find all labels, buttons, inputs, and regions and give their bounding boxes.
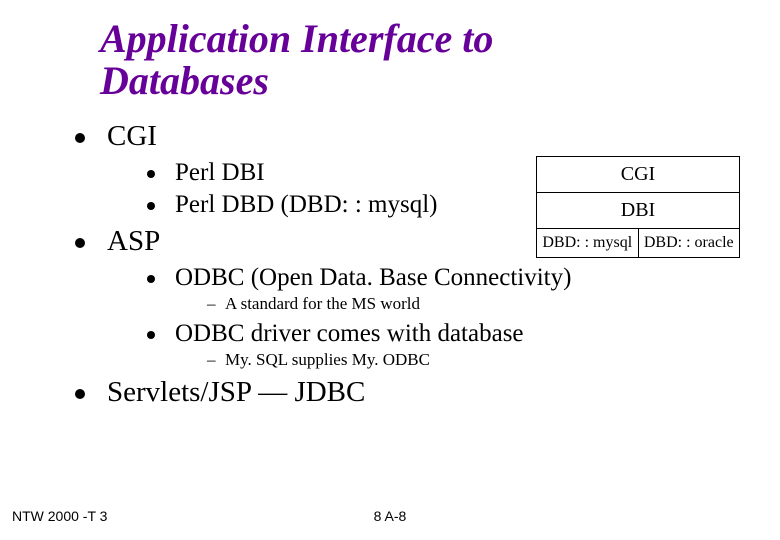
subsublist: My. SQL supplies My. ODBC	[207, 350, 780, 370]
bullet-label: ODBC (Open Data. Base Connectivity)	[175, 264, 571, 291]
title-line-1: Application Interface to	[100, 16, 493, 61]
bullet-label: Servlets/JSP — JDBC	[107, 376, 365, 408]
bullet-label: ODBC driver comes with database	[175, 320, 524, 347]
bullet-label: A standard for the MS world	[225, 294, 420, 313]
footer-page-number: 8 A-8	[374, 508, 407, 524]
diagram-cgi-box: CGI	[536, 156, 740, 193]
bullet-servlets-jdbc: Servlets/JSP — JDBC	[75, 376, 780, 409]
bullet-odbc-driver: ODBC driver comes with database My. SQL …	[147, 320, 780, 370]
footer-left: NTW 2000 -T 3	[12, 508, 107, 524]
bullet-mysql-myodbc: My. SQL supplies My. ODBC	[207, 350, 780, 370]
diagram-dbd-oracle-box: DBD: : oracle	[638, 228, 741, 258]
bullet-label: CGI	[107, 120, 157, 152]
subsublist: A standard for the MS world	[207, 294, 780, 314]
sublist: ODBC (Open Data. Base Connectivity) A st…	[147, 264, 780, 370]
bullet-odbc-standard: A standard for the MS world	[207, 294, 780, 314]
bullet-odbc: ODBC (Open Data. Base Connectivity) A st…	[147, 264, 780, 314]
slide-title: Application Interface to Databases	[100, 18, 780, 102]
title-line-2: Databases	[100, 58, 269, 103]
bullet-label: Perl DBI	[175, 159, 265, 186]
diagram-dbi-box: DBI	[536, 193, 740, 228]
architecture-diagram: CGI DBI DBD: : mysql DBD: : oracle	[536, 156, 740, 258]
slide: Application Interface to Databases CGI P…	[0, 0, 780, 540]
bullet-label: ASP	[107, 225, 160, 257]
bullet-label: My. SQL supplies My. ODBC	[225, 350, 430, 369]
diagram-dbd-row: DBD: : mysql DBD: : oracle	[536, 228, 740, 258]
bullet-label: Perl DBD (DBD: : mysql)	[175, 191, 438, 218]
diagram-dbd-mysql-box: DBD: : mysql	[536, 228, 638, 258]
